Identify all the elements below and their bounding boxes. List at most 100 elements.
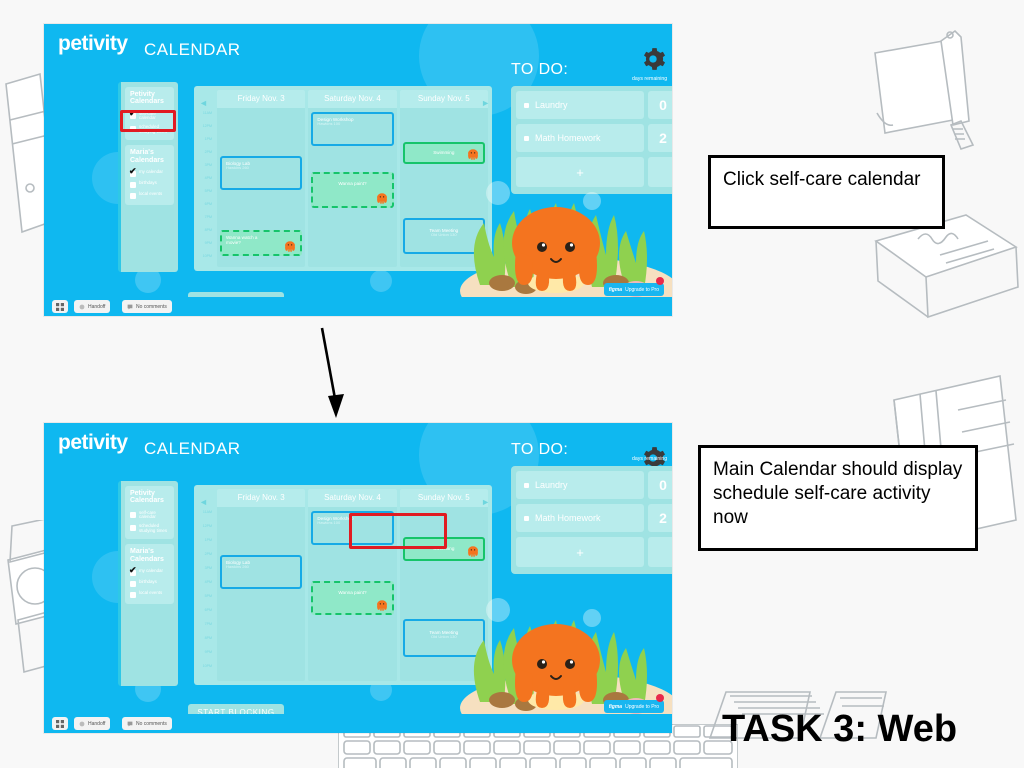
- app-logo: petivity: [58, 431, 128, 454]
- callout-click-self-care: Click self-care calendar: [708, 155, 945, 229]
- time-label: 7PM: [204, 215, 212, 219]
- todo-row: Math Homework 2: [516, 504, 672, 532]
- grid-icon[interactable]: [52, 300, 68, 313]
- upgrade-label: Upgrade to Pro: [625, 286, 659, 293]
- checkbox-my-calendar[interactable]: ✔: [129, 565, 137, 576]
- handoff-icon: [79, 721, 85, 726]
- sidebar-item-scheduled-studying-times[interactable]: scheduled studying times: [130, 523, 169, 533]
- comment-icon: [127, 304, 133, 309]
- todo-item-math-homework[interactable]: Math Homework: [516, 504, 644, 532]
- sidebar-item-label: birthdays: [139, 179, 157, 185]
- bottom-toolbar: Handoff No comments figma Upgrade to Pro: [44, 694, 672, 733]
- comments-label: No comments: [136, 720, 167, 727]
- notification-dot: [656, 694, 664, 702]
- todo-row: Laundry 0: [516, 91, 672, 119]
- sidebar-item-local-events[interactable]: local events: [130, 590, 169, 598]
- time-label: 4PM: [204, 176, 212, 180]
- todo-title: TO DO:: [511, 441, 569, 458]
- event-biology-lab[interactable]: Biology Lab Hawkins 260: [220, 156, 303, 190]
- comment-icon: [127, 721, 133, 726]
- checkbox-my-calendar[interactable]: ✔: [129, 166, 137, 177]
- octopus-icon: [285, 241, 296, 252]
- checkbox-self-care[interactable]: [130, 511, 136, 518]
- app-logo: petivity: [58, 32, 128, 55]
- day-header: Friday Nov. 3: [217, 90, 306, 108]
- handoff-icon: [79, 304, 85, 309]
- flow-arrow: [320, 327, 344, 418]
- bg-bubble: [370, 270, 392, 292]
- comments-chip[interactable]: No comments: [122, 300, 172, 313]
- event-wanna-watch-a-movie[interactable]: Wanna watch a movie?: [220, 230, 303, 256]
- time-label: 8PM: [204, 228, 212, 232]
- notification-dot: [656, 277, 664, 285]
- checkbox-birthdays[interactable]: [130, 181, 136, 188]
- sidebar-item-birthdays[interactable]: birthdays: [130, 179, 169, 188]
- time-label: 11AM: [202, 111, 212, 115]
- todo-item-laundry[interactable]: Laundry: [516, 471, 644, 499]
- todo-item-label: Math Homework: [535, 513, 601, 523]
- todo-row: Laundry 0: [516, 471, 672, 499]
- time-label: 1PM: [204, 538, 212, 542]
- todo-panel: Laundry 0 Math Homework 2 +: [511, 466, 672, 574]
- gear-icon[interactable]: [640, 46, 666, 72]
- chevron-left-icon[interactable]: ◄: [199, 498, 208, 507]
- time-label: 2PM: [204, 150, 212, 154]
- day-column-friday: Friday Nov. 3 Biology Lab Hawkins 260 Wa…: [217, 90, 306, 267]
- sidebar-item-local-events[interactable]: local events: [130, 190, 169, 199]
- event-biology-lab[interactable]: Biology Lab Hawkins 260: [220, 555, 303, 589]
- bullet-icon: [524, 515, 529, 521]
- bullet-icon: [524, 135, 529, 141]
- upgrade-to-pro-button[interactable]: figma Upgrade to Pro: [603, 283, 664, 296]
- event-subtitle: Hawkins 260: [226, 165, 249, 171]
- checkbox-scheduled-studying[interactable]: [130, 524, 136, 531]
- event-title: Wanna watch a movie?: [226, 235, 258, 246]
- handoff-chip[interactable]: Handoff: [74, 300, 111, 313]
- sidebar-item-self-care-calendar[interactable]: self-care calendar: [130, 510, 169, 520]
- page-title: CALENDAR: [144, 439, 241, 458]
- sidebar-item-birthdays[interactable]: birthdays: [130, 579, 169, 587]
- callout-main-calendar: Main Calendar should display schedule se…: [698, 445, 978, 551]
- chevron-right-icon[interactable]: ►: [481, 99, 490, 108]
- time-axis: 11AM 12PM 1PM 2PM 3PM 4PM 5PM 6PM 7PM 8P…: [198, 489, 214, 681]
- figma-logo: figma: [608, 286, 623, 293]
- sidebar-item-label: my calendar: [139, 168, 163, 174]
- comments-chip[interactable]: No comments: [122, 717, 172, 730]
- todo-item-label: Math Homework: [535, 133, 601, 143]
- checkbox-birthdays[interactable]: [130, 580, 136, 587]
- chevron-left-icon[interactable]: ◄: [199, 99, 208, 108]
- sidebar-item-my-calendar[interactable]: ✔ my calendar: [129, 166, 169, 177]
- handoff-label: Handoff: [88, 720, 106, 727]
- bullet-icon: [524, 102, 529, 108]
- checkmark-icon: ✔: [129, 564, 137, 575]
- doodle-bag: [874, 29, 975, 150]
- todo-row: +: [516, 537, 672, 567]
- chevron-right-icon[interactable]: ►: [481, 498, 490, 507]
- time-label: 12PM: [202, 124, 212, 128]
- highlight-swimming-event: [349, 513, 447, 549]
- calendar-group-title: Maria's Calendars: [130, 149, 164, 164]
- handoff-chip[interactable]: Handoff: [74, 717, 111, 730]
- sidebar-item-my-calendar[interactable]: ✔ my calendar: [129, 565, 169, 576]
- octopus-icon: [376, 193, 387, 204]
- todo-item-label: Laundry: [535, 480, 568, 490]
- time-label: 8PM: [204, 636, 212, 640]
- octopus-icon: [468, 546, 478, 557]
- upgrade-to-pro-button[interactable]: figma Upgrade to Pro: [603, 700, 664, 713]
- todo-item-laundry[interactable]: Laundry: [516, 91, 644, 119]
- days-remaining-label: days remaining: [632, 76, 668, 82]
- time-label: 3PM: [204, 163, 212, 167]
- event-wanna-paint[interactable]: Wanna paint?: [311, 172, 394, 208]
- ocean-scene: [460, 598, 672, 714]
- checkbox-local-events[interactable]: [130, 591, 136, 598]
- sidebar-item-label: local events: [139, 190, 163, 196]
- grid-icon[interactable]: [52, 717, 68, 730]
- octopus-icon: [376, 600, 387, 611]
- app-screenshot-after: petivity CALENDAR Petivity Calendars sel…: [44, 423, 672, 733]
- event-design-workshop[interactable]: Design Workshop Hawkins 100: [311, 112, 394, 146]
- time-label: 4PM: [204, 580, 212, 584]
- checkbox-local-events[interactable]: [130, 192, 136, 199]
- add-todo-button[interactable]: +: [516, 537, 644, 567]
- event-wanna-paint[interactable]: Wanna paint?: [311, 581, 394, 615]
- calendar-group-maria: Maria's Calendars ✔ my calendar birthday…: [125, 145, 174, 205]
- time-label: 7PM: [204, 622, 212, 626]
